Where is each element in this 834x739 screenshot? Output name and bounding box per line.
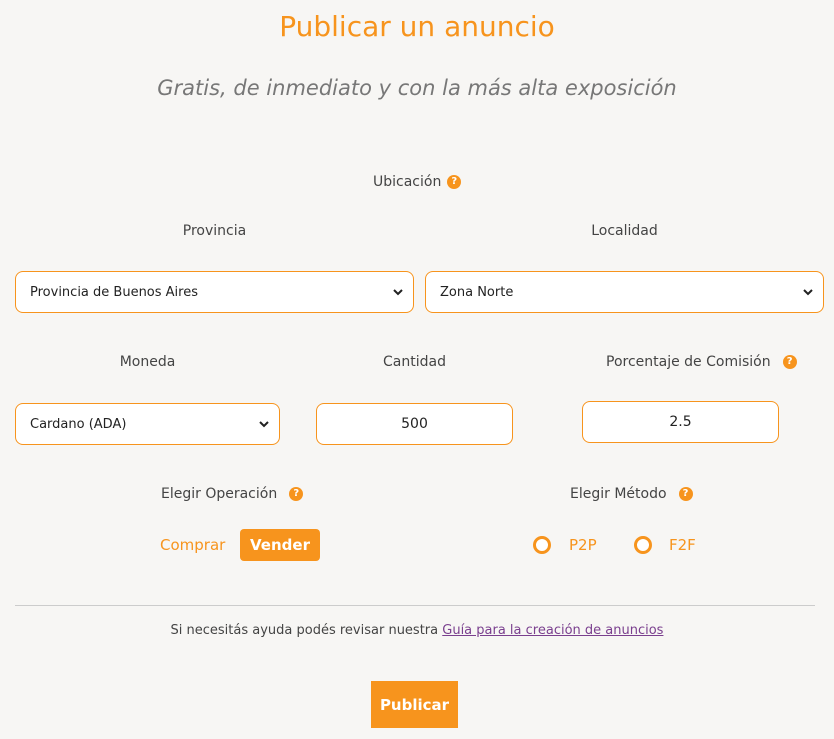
- f2f-radio[interactable]: [634, 536, 652, 554]
- help-icon[interactable]: ?: [447, 175, 462, 189]
- amount-input[interactable]: 500: [316, 403, 513, 445]
- commission-input[interactable]: 2.5: [582, 401, 779, 443]
- locality-select[interactable]: Zona Norte: [425, 271, 824, 313]
- help-icon[interactable]: ?: [678, 487, 693, 501]
- help-text-prefix: Si necesitás ayuda podés revisar nuestra: [170, 623, 443, 638]
- buy-option[interactable]: Comprar: [160, 536, 225, 554]
- method-label: Elegir Método: [570, 486, 667, 502]
- currency-select-value: Cardano (ADA): [30, 416, 127, 432]
- help-text: Si necesitás ayuda podés revisar nuestra…: [0, 623, 834, 638]
- province-label: Provincia: [182, 223, 247, 239]
- commission-label: Porcentaje de Comisión: [606, 354, 771, 370]
- guide-link[interactable]: Guía para la creación de anuncios: [442, 623, 663, 638]
- page-subtitle: Gratis, de inmediato y con la más alta e…: [157, 76, 677, 100]
- help-icon[interactable]: ?: [782, 355, 797, 369]
- location-heading: Ubicación?: [373, 174, 462, 190]
- f2f-label[interactable]: F2F: [669, 536, 696, 554]
- publish-button[interactable]: Publicar: [371, 681, 458, 728]
- currency-select[interactable]: Cardano (ADA): [15, 403, 280, 445]
- amount-label: Cantidad: [383, 354, 446, 370]
- currency-label: Moneda: [119, 354, 176, 370]
- province-select-value: Provincia de Buenos Aires: [30, 284, 198, 300]
- p2p-radio[interactable]: [533, 536, 551, 554]
- province-select[interactable]: Provincia de Buenos Aires: [15, 271, 414, 313]
- p2p-label[interactable]: P2P: [569, 536, 597, 554]
- operation-label: Elegir Operación: [161, 486, 278, 502]
- help-icon[interactable]: ?: [289, 487, 304, 501]
- commission-heading: Porcentaje de Comisión?: [606, 354, 797, 370]
- chevron-down-icon: [259, 421, 269, 428]
- sell-button[interactable]: Vender: [240, 529, 320, 561]
- chevron-down-icon: [393, 289, 403, 296]
- method-heading: Elegir Método?: [570, 486, 693, 502]
- chevron-down-icon: [803, 289, 813, 296]
- location-label: Ubicación: [373, 174, 442, 190]
- divider: [15, 605, 815, 606]
- locality-select-value: Zona Norte: [440, 284, 514, 300]
- locality-label: Localidad: [591, 223, 658, 239]
- operation-heading: Elegir Operación?: [161, 486, 304, 502]
- page-title: Publicar un anuncio: [279, 10, 555, 43]
